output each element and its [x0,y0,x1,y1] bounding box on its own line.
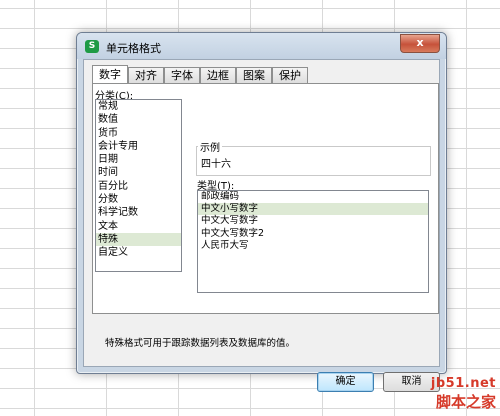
category-item-selected[interactable]: 特殊 [96,232,181,247]
type-list[interactable]: 邮政编码 中文小写数字 中文大写数字 中文大写数字2 人民币大写 [197,190,429,293]
category-item[interactable]: 分数 [96,193,181,206]
dialog-title: 单元格格式 [106,42,161,55]
format-cells-dialog: S 单元格格式 x 数字 对齐 字体 边框 图案 保护 分类(C): 常规 数值… [76,32,447,392]
type-item[interactable]: 人民币大写 [198,240,428,252]
category-item[interactable]: 科学记数 [96,206,181,219]
wps-s-icon: S [85,40,99,53]
category-list[interactable]: 常规 数值 货币 会计专用 日期 时间 百分比 分数 科学记数 文本 特殊 自定… [95,99,182,272]
category-item[interactable]: 百分比 [96,180,181,193]
close-button[interactable]: x [400,34,440,53]
tab-font[interactable]: 字体 [164,67,200,84]
category-item[interactable]: 货币 [96,127,181,140]
tab-border[interactable]: 边框 [200,67,236,84]
category-item[interactable]: 时间 [96,166,181,179]
category-item[interactable]: 常规 [96,100,181,113]
sample-label: 示例 [198,139,222,154]
category-item[interactable]: 日期 [96,153,181,166]
tab-protection[interactable]: 保护 [272,67,308,84]
category-item[interactable]: 文本 [96,220,181,233]
type-item[interactable]: 邮政编码 [198,191,428,203]
tab-alignment[interactable]: 对齐 [128,67,164,84]
title-bar[interactable]: S 单元格格式 x [77,33,446,59]
ok-button[interactable]: 确定 [317,372,374,392]
watermark-site: jb51.net [430,376,496,391]
type-item-selected[interactable]: 中文小写数字 [198,203,428,216]
watermark: jb51.net 脚本之家 [431,376,496,412]
category-item[interactable]: 数值 [96,113,181,126]
sample-value: 四十六 [201,159,231,170]
category-item[interactable]: 会计专用 [96,140,181,153]
tab-number[interactable]: 数字 [92,65,128,84]
sample-box: 四十六 [196,146,431,176]
category-item[interactable]: 自定义 [96,246,181,259]
dialog-content: 数字 对齐 字体 边框 图案 保护 分类(C): 常规 数值 货币 会计专用 日… [83,59,440,392]
tab-pattern[interactable]: 图案 [236,67,272,84]
type-item[interactable]: 中文大写数字 [198,215,428,227]
number-tab-panel: 分类(C): 常规 数值 货币 会计专用 日期 时间 百分比 分数 科学记数 文… [92,83,439,349]
type-item[interactable]: 中文大写数字2 [198,228,428,240]
watermark-name: 脚本之家 [435,393,496,411]
format-description: 特殊格式可用于跟踪数据列表及数据库的值。 [105,338,296,349]
